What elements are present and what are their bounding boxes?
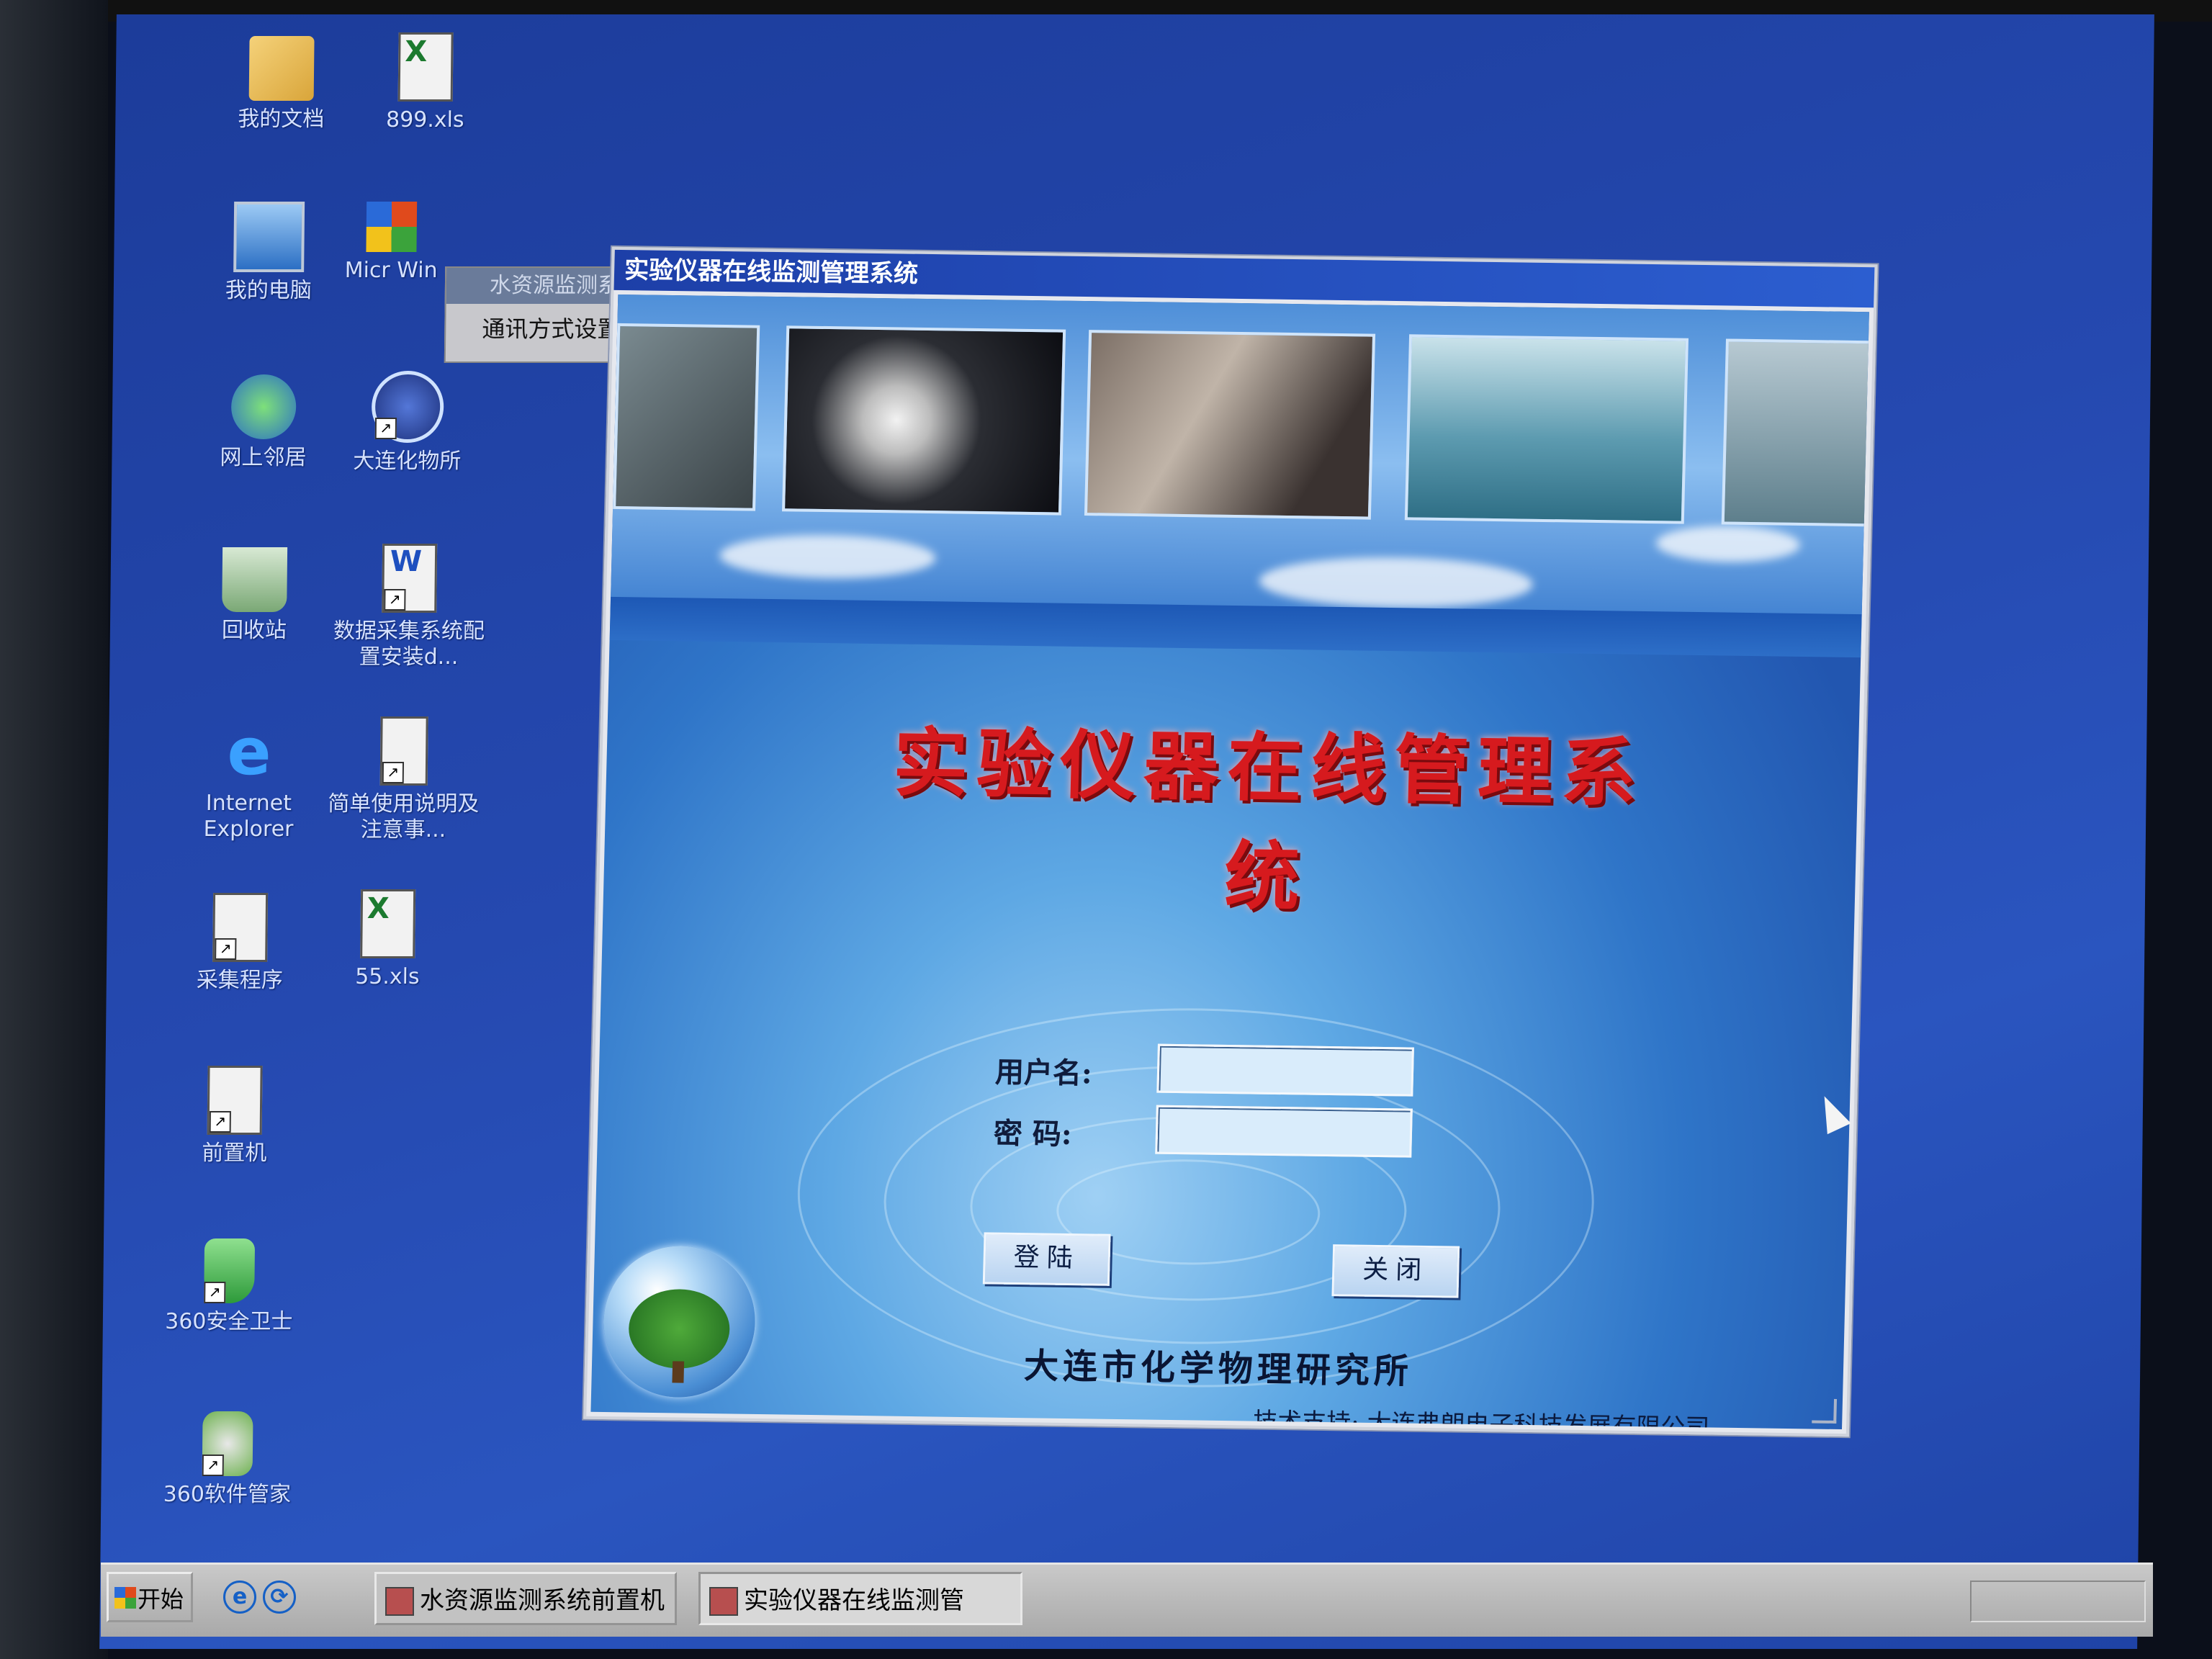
app-icon bbox=[709, 1587, 738, 1616]
password-label: 密 码: bbox=[993, 1116, 1073, 1152]
icon-label: 899.xls bbox=[385, 107, 464, 132]
lab-photo-5 bbox=[1721, 338, 1869, 527]
excel-file-icon: X bbox=[397, 32, 454, 102]
icon-label: 360安全卫士 bbox=[165, 1309, 293, 1334]
username-label: 用户名: bbox=[994, 1055, 1093, 1091]
tree-icon bbox=[627, 1288, 731, 1370]
login-window: 实验仪器在线监测管理系统 实验仪器在线管理系统 用户名: 密 码: 登陆 关闭 bbox=[583, 246, 1878, 1437]
icon-label: 数据采集系统配置安装d... bbox=[333, 619, 485, 670]
ie-quicklaunch-icon[interactable]: e bbox=[223, 1581, 256, 1614]
taskbar-item-water-monitor[interactable]: 水资源监测系统前置机 bbox=[374, 1572, 677, 1625]
password-field[interactable] bbox=[1155, 1105, 1413, 1158]
task-label: 水资源监测系统前置机 bbox=[420, 1586, 665, 1615]
start-label: 开始 bbox=[137, 1586, 184, 1613]
quicklaunch-icon[interactable]: ⟳ bbox=[263, 1581, 296, 1614]
excel-file-icon: X bbox=[360, 889, 416, 958]
computer-icon bbox=[233, 202, 305, 272]
desktop-icon-microsoft-windows[interactable]: Micr Win bbox=[344, 202, 439, 284]
organization-name: 大连市化学物理研究所 bbox=[1023, 1346, 1413, 1392]
software-manager-icon: ↗ bbox=[202, 1411, 253, 1476]
app-icon bbox=[385, 1587, 414, 1616]
desktop-icon-data-collection-setup[interactable]: W ↗ 数据采集系统配置安装d... bbox=[325, 544, 493, 670]
atom-logo-icon: ↗ bbox=[371, 371, 444, 443]
resize-grip-icon[interactable] bbox=[1812, 1398, 1838, 1424]
monitor-bezel-left bbox=[0, 0, 108, 1659]
lab-photo-2 bbox=[782, 325, 1066, 516]
taskbar-item-instrument-monitor[interactable]: 实验仪器在线监测管 bbox=[698, 1572, 1022, 1625]
icon-label: 简单使用说明及注意事... bbox=[328, 791, 480, 842]
icon-label: Micr Win bbox=[344, 258, 438, 283]
icon-label: 我的文档 bbox=[238, 107, 325, 132]
desktop-icon-55-xls[interactable]: X 55.xls bbox=[315, 889, 460, 990]
lab-photo-4 bbox=[1404, 334, 1689, 524]
icon-label: Internet Explorer bbox=[203, 791, 294, 842]
document-icon: ↗ bbox=[207, 1066, 263, 1135]
shortcut-arrow-icon: ↗ bbox=[202, 1455, 224, 1476]
close-button[interactable]: 关闭 bbox=[1331, 1244, 1460, 1298]
document-icon: ↗ bbox=[212, 893, 269, 962]
desktop-icon-899-xls[interactable]: X 899.xls bbox=[353, 32, 498, 133]
username-field[interactable] bbox=[1156, 1043, 1414, 1097]
lab-photo-1 bbox=[613, 323, 760, 511]
icon-label: 55.xls bbox=[354, 964, 420, 989]
windows-logo-icon bbox=[114, 1587, 136, 1609]
tree-globe-logo bbox=[601, 1245, 757, 1398]
shortcut-arrow-icon: ↗ bbox=[384, 589, 406, 611]
shortcut-arrow-icon: ↗ bbox=[209, 1111, 231, 1133]
desktop-icon-dicp[interactable]: ↗ 大连化物所 bbox=[335, 371, 480, 475]
task-label: 实验仪器在线监测管 bbox=[744, 1586, 964, 1615]
desktop-icon-collection-program[interactable]: ↗ 采集程序 bbox=[168, 893, 313, 994]
start-button[interactable]: 开始 bbox=[107, 1572, 193, 1622]
icon-label: 前置机 bbox=[202, 1141, 267, 1166]
login-button[interactable]: 登陆 bbox=[982, 1232, 1111, 1286]
window-client-area: 实验仪器在线管理系统 用户名: 密 码: 登陆 关闭 大连市化学物理研究所 技术… bbox=[590, 294, 1869, 1430]
shortcut-arrow-icon: ↗ bbox=[204, 1282, 226, 1303]
desktop-icon-internet-explorer[interactable]: e Internet Explorer bbox=[176, 714, 322, 842]
folder-icon bbox=[248, 36, 315, 101]
icon-label: 360软件管家 bbox=[163, 1482, 292, 1507]
system-banner-title: 实验仪器在线管理系统 bbox=[891, 718, 1646, 922]
icon-label: 大连化物所 bbox=[353, 449, 462, 474]
shield-icon: ↗ bbox=[204, 1238, 256, 1303]
shortcut-arrow-icon: ↗ bbox=[215, 938, 237, 960]
icon-label: 我的电脑 bbox=[225, 278, 313, 303]
desktop-icon-my-documents[interactable]: 我的文档 bbox=[209, 36, 354, 132]
desktop-icon-network-places[interactable]: 网上邻居 bbox=[191, 374, 336, 471]
desktop: 我的文档 我的电脑 网上邻居 回收站 e Internet Explorer ↗… bbox=[99, 14, 2154, 1649]
taskbar: 开始 e ⟳ 水资源监测系统前置机 实验仪器在线监测管 bbox=[101, 1563, 2153, 1637]
lab-photo-3 bbox=[1084, 330, 1376, 520]
text-document-icon: ↗ bbox=[379, 716, 428, 786]
desktop-icon-usage-notes[interactable]: ↗ 简单使用说明及注意事... bbox=[320, 716, 487, 843]
icon-label: 采集程序 bbox=[196, 968, 284, 993]
tech-support-text: 技术支持: 大连弗朗电子科技发展有限公司 bbox=[1252, 1407, 1710, 1430]
desktop-icon-my-computer[interactable]: 我的电脑 bbox=[197, 202, 341, 304]
shortcut-arrow-icon: ↗ bbox=[382, 762, 405, 783]
recycle-bin-icon bbox=[222, 547, 288, 612]
desktop-icon-360-software[interactable]: ↗ 360软件管家 bbox=[155, 1411, 300, 1508]
icon-label: 回收站 bbox=[221, 618, 287, 643]
system-tray[interactable] bbox=[1970, 1581, 2146, 1622]
tree-trunk bbox=[672, 1361, 685, 1383]
network-globe-icon bbox=[230, 374, 297, 439]
desktop-icon-360-safe[interactable]: ↗ 360安全卫士 bbox=[157, 1238, 302, 1335]
icon-label: 网上邻居 bbox=[220, 445, 307, 470]
desktop-icon-recycle-bin[interactable]: 回收站 bbox=[182, 547, 327, 644]
desktop-icon-front-end[interactable]: ↗ 前置机 bbox=[162, 1066, 307, 1166]
internet-explorer-icon: e bbox=[227, 714, 272, 790]
word-document-icon: W ↗ bbox=[382, 544, 438, 613]
shortcut-arrow-icon: ↗ bbox=[374, 418, 397, 439]
windows-logo-icon bbox=[366, 202, 418, 252]
